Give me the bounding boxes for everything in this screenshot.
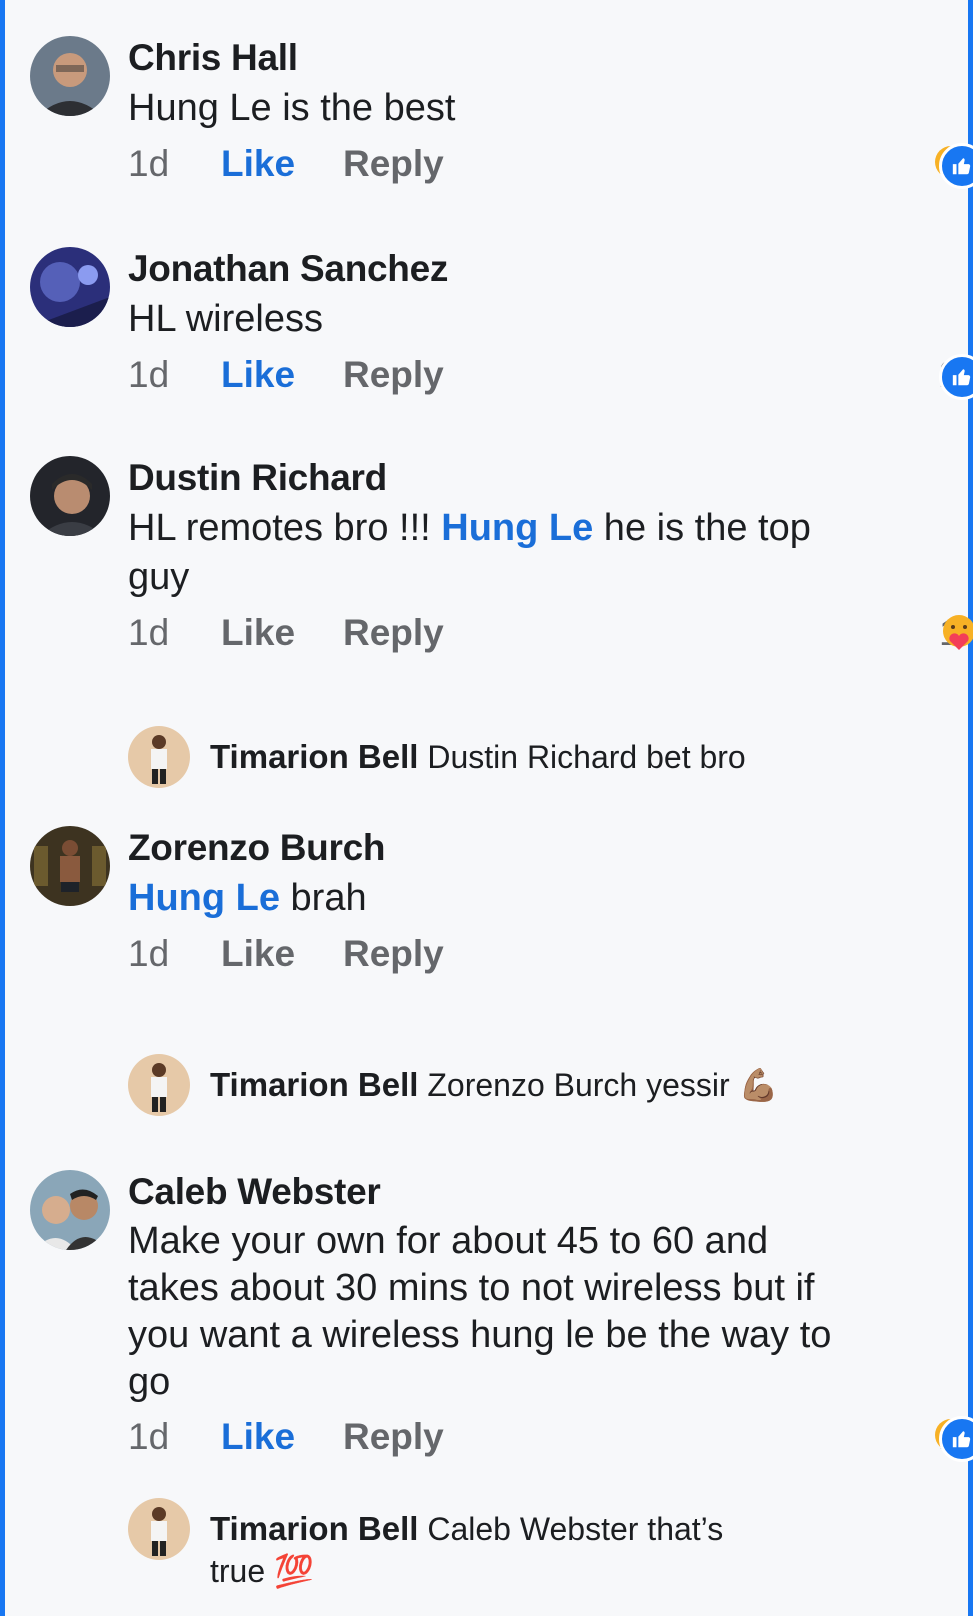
comment-timestamp[interactable]: 1d <box>128 612 169 654</box>
reply-button[interactable]: Reply <box>343 612 444 654</box>
comment-actions: 1d Like Reply 2 <box>128 350 973 400</box>
comment-text: Hung Le brah <box>128 874 858 923</box>
like-button[interactable]: Like <box>221 1416 295 1458</box>
comment-text-part: brah <box>279 877 367 919</box>
comment-text: HL wireless <box>128 298 323 340</box>
like-button[interactable]: Like <box>221 612 295 654</box>
avatar[interactable] <box>128 1498 190 1560</box>
reply-author[interactable]: Timarion Bell <box>210 1510 418 1547</box>
reply-button[interactable]: Reply <box>343 354 444 396</box>
avatar[interactable] <box>30 1170 110 1250</box>
comment-actions: 1d Like Reply 2 <box>128 1412 973 1462</box>
comment-text: Make your own for about 45 to 60 and tak… <box>128 1220 832 1403</box>
avatar[interactable] <box>30 247 110 327</box>
comment-text-part: HL remotes bro !!! <box>128 507 442 549</box>
reply-button[interactable]: Reply <box>343 1416 444 1458</box>
reply-button[interactable]: Reply <box>343 933 444 975</box>
comment-author[interactable]: Chris Hall <box>128 36 945 80</box>
avatar[interactable] <box>30 456 110 536</box>
avatar[interactable] <box>128 726 190 788</box>
care-reaction-icon <box>939 612 973 652</box>
comment-text: HL remotes bro !!! Hung Le he is the top… <box>128 504 858 602</box>
avatar[interactable] <box>30 826 110 906</box>
comment-author[interactable]: Jonathan Sanchez <box>128 247 945 291</box>
comment-author[interactable]: Dustin Richard <box>128 456 945 500</box>
comment-timestamp[interactable]: 1d <box>128 933 169 975</box>
comment-actions: 1d Like Reply 3 <box>128 139 973 189</box>
comment-timestamp[interactable]: 1d <box>128 1416 169 1458</box>
comment-author[interactable]: Caleb Webster <box>128 1170 945 1214</box>
avatar[interactable] <box>30 36 110 116</box>
reply-author[interactable]: Timarion Bell <box>210 1066 418 1103</box>
comment-actions: 1d Like Reply <box>128 929 945 979</box>
like-button[interactable]: Like <box>221 354 295 396</box>
reply-author[interactable]: Timarion Bell <box>210 738 418 775</box>
comment-actions: 1d Like Reply 1 <box>128 608 973 658</box>
comment-text: Hung Le is the best <box>128 87 456 129</box>
mention-link[interactable]: Hung Le <box>128 877 280 919</box>
avatar[interactable] <box>128 1054 190 1116</box>
like-button[interactable]: Like <box>221 143 295 185</box>
mention-link[interactable]: Hung Le <box>441 507 593 549</box>
reply-button[interactable]: Reply <box>343 143 444 185</box>
comment-author[interactable]: Zorenzo Burch <box>128 826 945 870</box>
reply-text: Zorenzo Burch yessir 💪🏽 <box>427 1067 779 1103</box>
comment-timestamp[interactable]: 1d <box>128 354 169 396</box>
frame-border-right <box>968 0 973 1616</box>
comment-timestamp[interactable]: 1d <box>128 143 169 185</box>
reply-text: Dustin Richard bet bro <box>427 739 746 775</box>
frame-border-left <box>0 0 5 1616</box>
like-button[interactable]: Like <box>221 933 295 975</box>
